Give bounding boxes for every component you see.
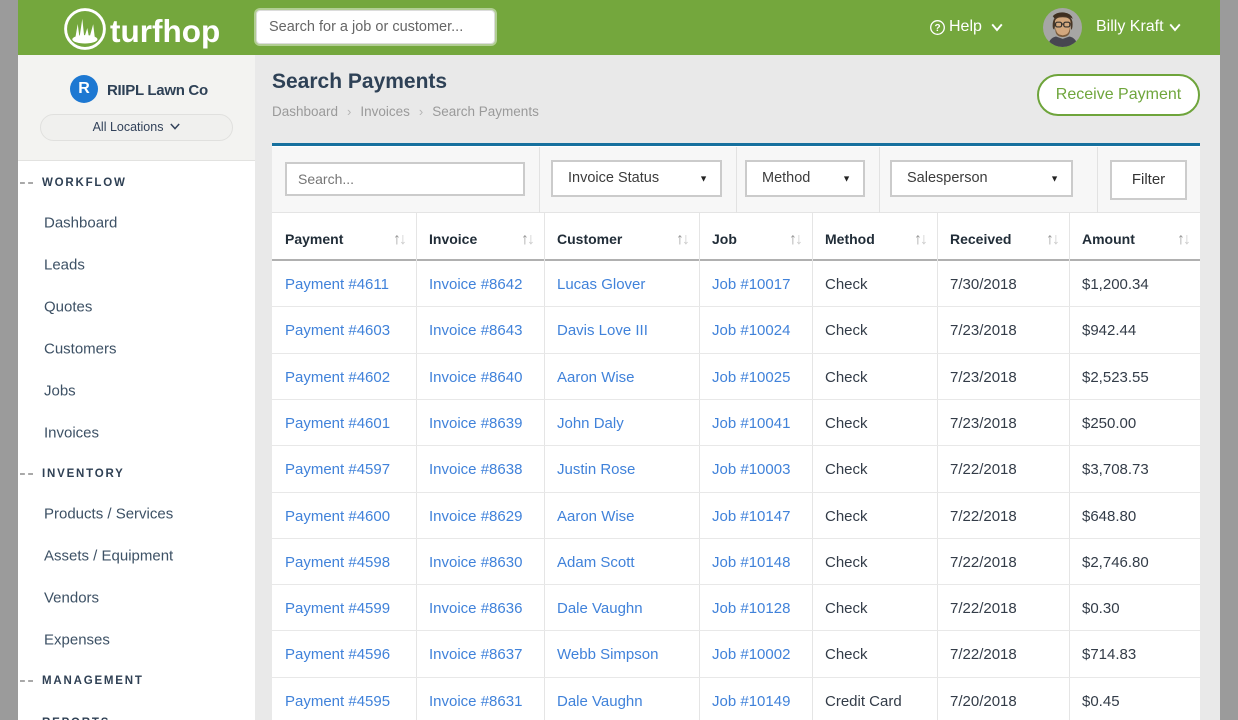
svg-text:?: ?: [934, 23, 940, 34]
